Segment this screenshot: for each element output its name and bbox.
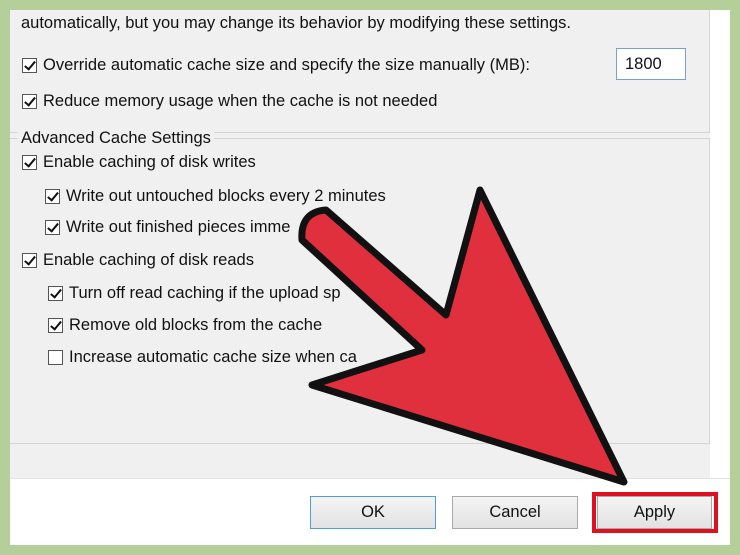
arrow-shape <box>298 186 628 486</box>
pointer-arrow-icon <box>298 186 628 486</box>
